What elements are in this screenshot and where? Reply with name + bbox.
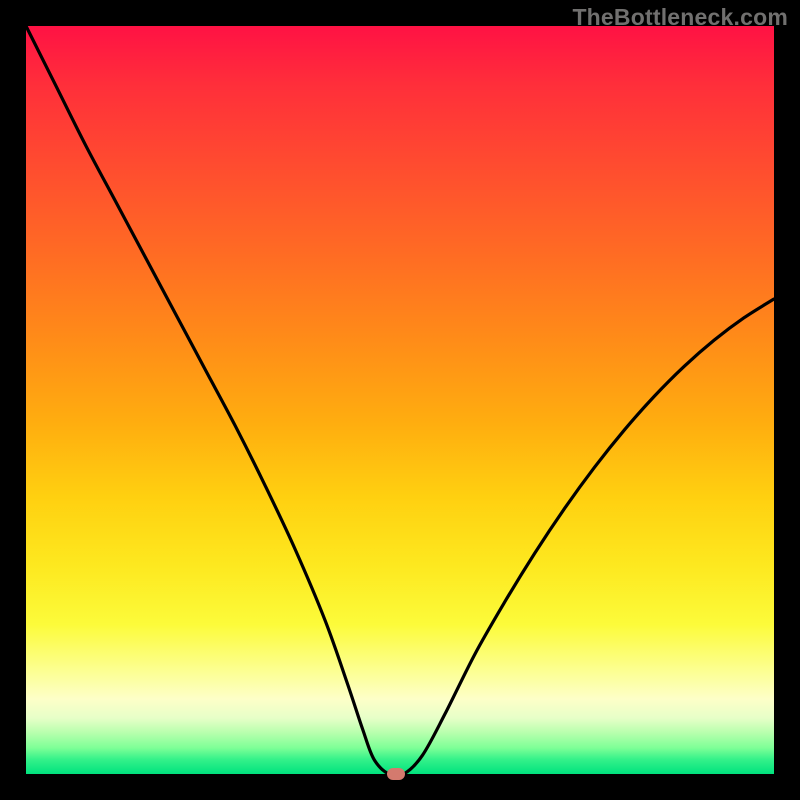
optimal-point-marker	[387, 768, 405, 780]
chart-container: TheBottleneck.com	[0, 0, 800, 800]
curve-svg	[26, 26, 774, 774]
bottleneck-curve-path	[26, 26, 774, 776]
plot-area	[26, 26, 774, 774]
